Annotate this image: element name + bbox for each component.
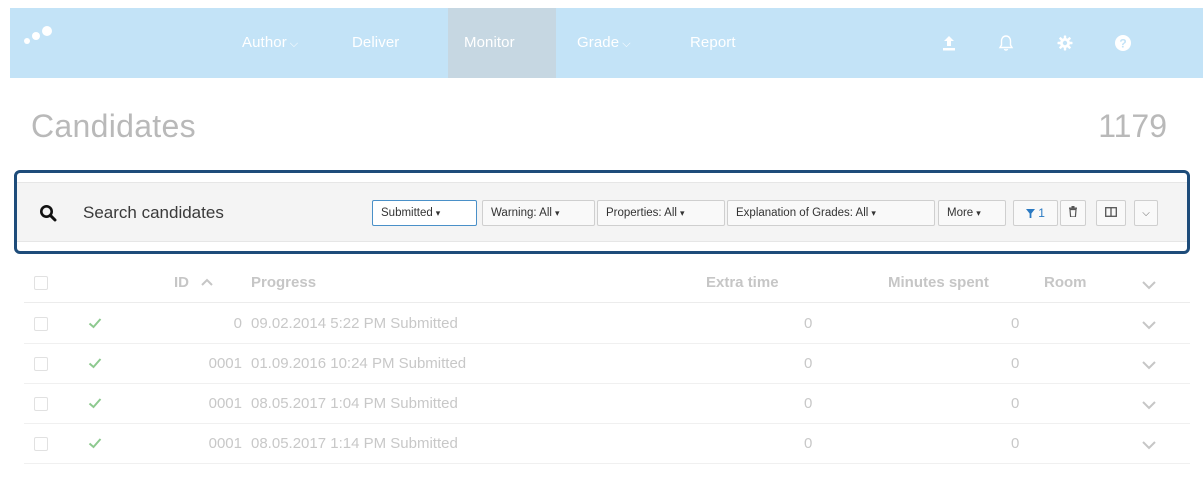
cell-extra-time: 0 (804, 395, 813, 412)
column-header-label: ID (174, 274, 189, 291)
active-filter-count: 1 (1038, 206, 1045, 220)
cell-extra-time: 0 (804, 355, 813, 372)
nav-item-label: Grade (577, 34, 620, 51)
more-filters-dropdown[interactable]: More ▾ (938, 200, 1006, 226)
toolbar-expand-button[interactable]: ⌵ (1134, 200, 1158, 226)
cell-minutes-spent: 0 (1011, 435, 1020, 452)
cell-extra-time: 0 (804, 435, 813, 452)
chevron-down-icon[interactable] (1142, 360, 1156, 370)
filter-label: Explanation of Grades: All (736, 207, 869, 219)
status-filter-dropdown[interactable]: Submitted ▾ (372, 200, 477, 226)
page-title: Candidates (31, 108, 196, 144)
nav-item-grade[interactable]: Grade ⌵ (567, 8, 641, 78)
chevron-down-icon: ⌵ (1142, 208, 1150, 219)
caret-down-icon: ▾ (435, 208, 441, 218)
gear-icon[interactable] (1056, 34, 1074, 52)
nav-item-label: Report (690, 34, 736, 51)
cell-progress: 08.05.2017 1:04 PM Submitted (251, 395, 458, 412)
row-checkbox[interactable] (34, 317, 48, 331)
columns-icon (1105, 207, 1117, 217)
cell-progress: 09.02.2014 5:22 PM Submitted (251, 315, 458, 332)
caret-down-icon: ▾ (554, 208, 560, 218)
warning-filter-dropdown[interactable]: Warning: All ▾ (482, 200, 595, 226)
column-header-id[interactable]: ID (174, 274, 213, 291)
cell-id: 0001 (208, 435, 242, 452)
nav-item-label: Deliver (352, 34, 400, 51)
cell-extra-time: 0 (804, 315, 813, 332)
search-icon (40, 205, 57, 222)
cell-minutes-spent: 0 (1011, 315, 1020, 332)
cell-progress: 08.05.2017 1:14 PM Submitted (251, 435, 458, 452)
chevron-down-icon: ⌵ (622, 38, 631, 50)
nav-item-deliver[interactable]: Deliver (342, 8, 409, 78)
properties-filter-dropdown[interactable]: Properties: All ▾ (597, 200, 725, 226)
candidate-count: 1179 (1098, 108, 1167, 144)
nav-item-monitor[interactable]: Monitor (448, 8, 556, 78)
column-header-extra-time[interactable]: Extra time (706, 274, 779, 291)
bell-icon[interactable] (997, 34, 1015, 52)
nav-item-label: Author (242, 34, 287, 51)
cell-id: 0001 (208, 355, 242, 372)
filter-label: Warning: All (491, 207, 552, 219)
app-logo[interactable] (24, 26, 54, 46)
chevron-down-icon[interactable] (1142, 400, 1156, 410)
cell-progress: 01.09.2016 10:24 PM Submitted (251, 355, 467, 372)
check-icon (88, 438, 102, 449)
check-icon (88, 398, 102, 409)
filter-toolbar: Submitted▾ Warning: All▾ Properties: All… (17, 182, 1187, 242)
row-checkbox[interactable] (34, 357, 48, 371)
chevron-down-icon[interactable] (1142, 320, 1156, 330)
chevron-down-icon[interactable] (1142, 440, 1156, 450)
nav-item-label: Monitor (464, 34, 515, 51)
svg-text:?: ? (1119, 36, 1126, 50)
column-header-minutes-spent[interactable]: Minutes spent (888, 274, 989, 291)
filter-label: More (947, 207, 974, 219)
chevron-down-icon[interactable] (1142, 280, 1156, 290)
filter-bar: Submitted▾ Warning: All▾ Properties: All… (14, 170, 1190, 254)
sort-ascending-icon (201, 278, 213, 286)
row-checkbox[interactable] (34, 437, 48, 451)
cell-id: 0001 (208, 395, 242, 412)
select-all-checkbox[interactable] (34, 276, 48, 290)
grades-explanation-filter-dropdown[interactable]: Explanation of Grades: All ▾ (727, 200, 935, 226)
chevron-down-icon: ⌵ (289, 38, 299, 50)
columns-toggle-button[interactable] (1096, 200, 1126, 226)
search-input[interactable] (83, 197, 373, 229)
nav-item-author[interactable]: Author ⌵ (232, 8, 308, 78)
cell-id: 0 (233, 315, 242, 332)
caret-down-icon: ▾ (679, 208, 685, 218)
caret-down-icon: ▾ (976, 208, 981, 218)
table-row[interactable]: 0001 01.09.2016 10:24 PM Submitted 0 0 (24, 344, 1190, 384)
caret-down-icon: ▾ (871, 208, 876, 218)
row-checkbox[interactable] (34, 397, 48, 411)
check-icon (88, 318, 102, 329)
clear-filters-button[interactable] (1060, 200, 1086, 226)
cell-minutes-spent: 0 (1011, 395, 1020, 412)
table-header: ID Progress Extra time Minutes spent Roo… (24, 265, 1190, 303)
table-row[interactable]: 0001 08.05.2017 1:14 PM Submitted 0 0 (24, 424, 1190, 464)
check-icon (88, 358, 102, 369)
filter-label: Properties: All (606, 207, 677, 219)
column-header-progress[interactable]: Progress (251, 274, 316, 291)
funnel-icon (1026, 209, 1036, 218)
table-row[interactable]: 0 09.02.2014 5:22 PM Submitted 0 0 (24, 304, 1190, 344)
active-filters-button[interactable]: 1 (1013, 200, 1058, 226)
table-row[interactable]: 0001 08.05.2017 1:04 PM Submitted 0 0 (24, 384, 1190, 424)
upload-icon[interactable] (940, 34, 958, 52)
help-icon[interactable]: ? (1114, 34, 1132, 52)
cell-minutes-spent: 0 (1011, 355, 1020, 372)
nav-item-report[interactable]: Report (680, 8, 746, 78)
filter-label: Submitted (381, 207, 433, 219)
trash-icon (1069, 206, 1077, 218)
column-header-room[interactable]: Room (1044, 274, 1087, 291)
top-nav-bar: Author ⌵ Deliver Monitor Grade ⌵ Report ? (10, 8, 1203, 78)
